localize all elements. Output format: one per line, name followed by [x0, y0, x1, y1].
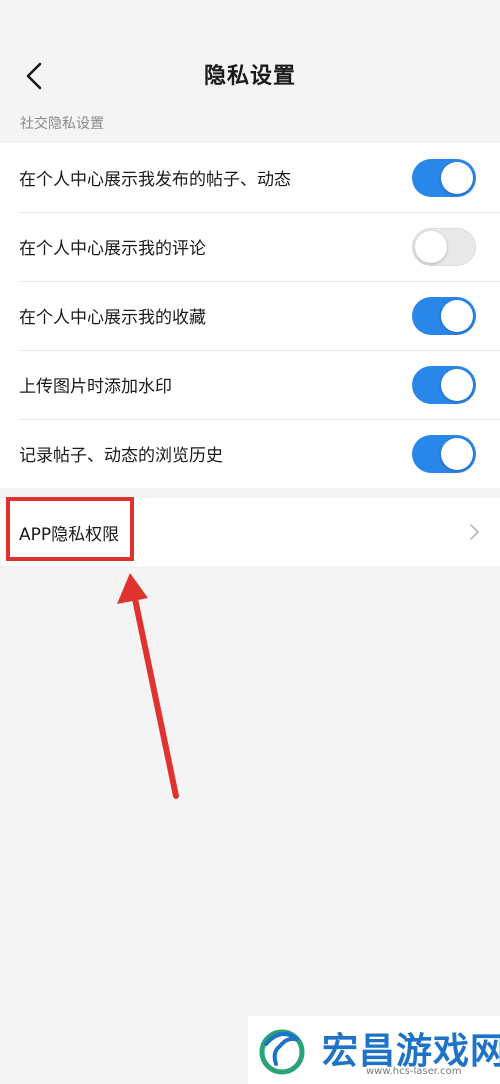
- setting-row-image-watermark: 上传图片时添加水印: [0, 350, 500, 419]
- section-label: 社交隐私设置: [20, 116, 104, 132]
- setting-label: 在个人中心展示我的收藏: [19, 308, 206, 328]
- toggle-knob: [415, 230, 447, 263]
- watermark-text: 宏昌游戏网 www.hcs-laser.com: [316, 1016, 500, 1084]
- highlight-box: [6, 497, 134, 561]
- toggle-switch[interactable]: [412, 434, 476, 473]
- setting-row-show-posts: 在个人中心展示我发布的帖子、动态: [0, 143, 500, 212]
- watermark-url: www.hcs-laser.com: [366, 1066, 462, 1077]
- setting-row-browse-history: 记录帖子、动态的浏览历史: [0, 419, 500, 488]
- setting-label: 记录帖子、动态的浏览历史: [19, 446, 223, 466]
- setting-label: 在个人中心展示我的评论: [19, 239, 206, 259]
- toggle-switch[interactable]: [412, 296, 476, 335]
- page-title: 隐私设置: [203, 64, 296, 89]
- header: 隐私设置: [0, 0, 500, 110]
- chevron-right-icon: [470, 524, 479, 540]
- toggle-knob: [441, 368, 473, 401]
- toggle-knob: [441, 161, 473, 194]
- watermark: 宏昌游戏网 www.hcs-laser.com: [248, 1016, 500, 1084]
- toggle-switch[interactable]: [412, 158, 476, 197]
- setting-row-show-comments: 在个人中心展示我的评论: [0, 212, 500, 281]
- settings-list: 在个人中心展示我发布的帖子、动态 在个人中心展示我的评论 在个人中心展示我的收藏…: [0, 143, 500, 488]
- setting-label: 上传图片时添加水印: [19, 377, 172, 397]
- setting-label: 在个人中心展示我发布的帖子、动态: [19, 170, 291, 190]
- toggle-switch[interactable]: [412, 365, 476, 404]
- toggle-switch[interactable]: [412, 227, 476, 266]
- toggle-knob: [441, 299, 473, 332]
- toggle-knob: [441, 437, 473, 470]
- setting-row-show-favorites: 在个人中心展示我的收藏: [0, 281, 500, 350]
- dragon-logo-icon: [259, 1029, 305, 1075]
